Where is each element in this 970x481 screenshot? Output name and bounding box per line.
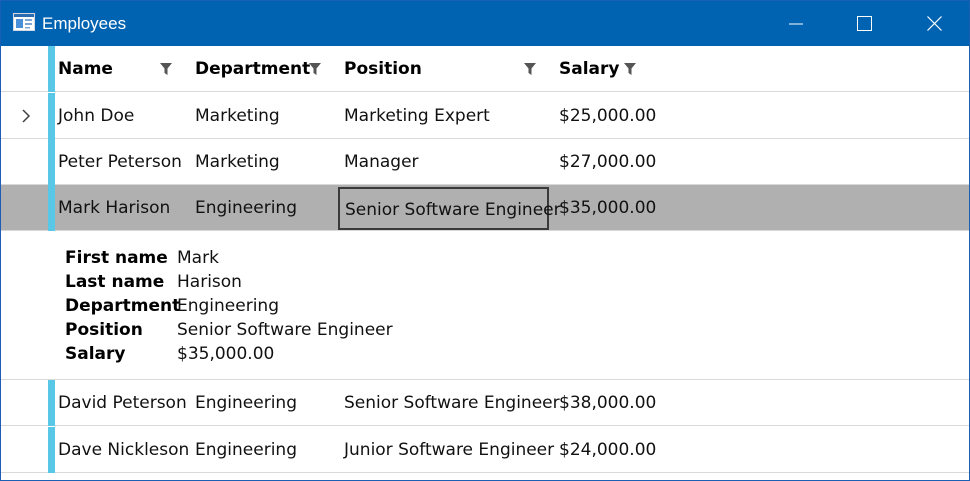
title-bar[interactable]: Employees (1, 1, 969, 46)
cell-name[interactable]: John Doe (58, 93, 134, 139)
row-accent-bar (48, 139, 55, 185)
chevron-right-icon (22, 109, 31, 123)
detail-label-position: Position (65, 320, 143, 340)
cell-salary[interactable]: $25,000.00 (559, 93, 656, 139)
row-accent-bar (48, 427, 55, 473)
cell-name[interactable]: David Peterson (58, 380, 187, 426)
window-title: Employees (42, 14, 127, 33)
column-header-position[interactable]: Position (344, 46, 422, 92)
row-accent-bar (48, 380, 55, 426)
minimize-icon (789, 23, 803, 24)
filter-funnel-icon[interactable] (624, 63, 636, 75)
cell-name[interactable]: Dave Nickleson (58, 427, 189, 473)
minimize-button[interactable] (773, 1, 819, 46)
close-icon (926, 16, 942, 31)
table-row[interactable]: David Peterson Engineering Senior Softwa… (1, 380, 969, 426)
cell-department[interactable]: Marketing (195, 139, 280, 185)
cell-department[interactable]: Engineering (195, 427, 297, 473)
cell-department[interactable]: Engineering (195, 185, 297, 231)
cell-name[interactable]: Peter Peterson (58, 139, 182, 185)
detail-label-last-name: Last name (65, 272, 165, 292)
filter-funnel-icon[interactable] (309, 63, 321, 75)
filter-funnel-icon[interactable] (524, 63, 536, 75)
filter-funnel-icon[interactable] (160, 63, 172, 75)
row-accent-bar (48, 46, 55, 92)
table-row[interactable]: John Doe Marketing Marketing Expert $25,… (1, 93, 969, 139)
cell-salary[interactable]: $27,000.00 (559, 139, 656, 185)
table-row[interactable]: Peter Peterson Marketing Manager $27,000… (1, 139, 969, 185)
row-accent-bar (48, 185, 55, 231)
cell-department[interactable]: Engineering (195, 380, 297, 426)
window-app-icon (13, 13, 35, 31)
detail-label-department: Department (65, 296, 181, 316)
detail-value-first-name: Mark (177, 248, 219, 268)
column-header-salary[interactable]: Salary (559, 46, 619, 92)
detail-value-department: Engineering (177, 296, 279, 316)
maximize-button[interactable] (841, 1, 887, 46)
detail-label-salary: Salary (65, 344, 126, 364)
cell-position[interactable]: Senior Software Engineer (344, 380, 560, 426)
detail-value-salary: $35,000.00 (177, 344, 275, 364)
table-row-selected[interactable]: Mark Harison Engineering Senior Software… (1, 185, 969, 231)
employees-window: Employees Name Department Position Salar… (0, 0, 970, 481)
cell-position[interactable]: Marketing Expert (344, 93, 490, 139)
maximize-icon (856, 16, 872, 31)
row-accent-bar (48, 93, 55, 139)
table-row[interactable]: Dave Nickleson Engineering Junior Softwa… (1, 427, 969, 473)
column-header-name[interactable]: Name (58, 46, 113, 92)
column-header-department[interactable]: Department (195, 46, 310, 92)
close-button[interactable] (911, 1, 957, 46)
cell-position[interactable]: Manager (344, 139, 419, 185)
cell-salary[interactable]: $24,000.00 (559, 427, 656, 473)
detail-label-first-name: First name (65, 248, 168, 268)
cell-salary[interactable]: $35,000.00 (559, 185, 656, 231)
cell-salary[interactable]: $38,000.00 (559, 380, 656, 426)
detail-value-position: Senior Software Engineer (177, 320, 393, 340)
cell-position-focused[interactable]: Senior Software Engineer (338, 187, 561, 230)
employees-grid[interactable]: Name Department Position Salary John Doe… (1, 46, 969, 480)
cell-department[interactable]: Marketing (195, 93, 280, 139)
row-details-panel: First name Mark Last name Harison Depart… (1, 232, 969, 380)
cell-position[interactable]: Junior Software Engineer (344, 427, 554, 473)
detail-value-last-name: Harison (177, 272, 242, 292)
column-header-row: Name Department Position Salary (1, 46, 969, 92)
cell-name[interactable]: Mark Harison (58, 185, 170, 231)
